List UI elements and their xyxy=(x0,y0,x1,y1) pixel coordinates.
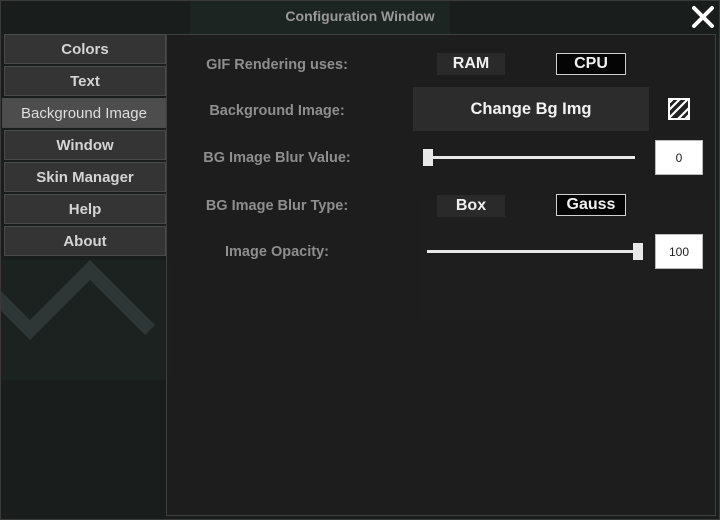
change-bg-image-button[interactable]: Change Bg Img xyxy=(413,87,649,131)
sidebar-item-colors[interactable]: Colors xyxy=(4,34,166,64)
window-title: Configuration Window xyxy=(285,8,435,24)
sidebar-item-about[interactable]: About xyxy=(4,226,166,256)
blur-value-slider-track[interactable] xyxy=(427,156,635,159)
gif-ram-button[interactable]: RAM xyxy=(437,53,505,75)
sidebar-item-help[interactable]: Help xyxy=(4,194,166,224)
opacity-slider-track[interactable] xyxy=(427,250,635,253)
blur-value-slider-thumb[interactable] xyxy=(423,149,433,166)
sidebar-item-text[interactable]: Text xyxy=(4,66,166,96)
gif-rendering-label: GIF Rendering uses: xyxy=(206,57,348,73)
image-opacity-label: Image Opacity: xyxy=(225,244,329,260)
pattern-icon[interactable] xyxy=(668,98,690,120)
blur-type-label: BG Image Blur Type: xyxy=(205,198,349,214)
sidebar-item-background-image[interactable]: Background Image xyxy=(2,98,166,128)
opacity-input[interactable]: 100 xyxy=(655,234,703,269)
sidebar: Colors Text Background Image Window Skin… xyxy=(2,34,166,258)
title-bar: Configuration Window xyxy=(0,0,720,34)
close-button[interactable] xyxy=(690,4,716,30)
sidebar-item-skin-manager[interactable]: Skin Manager xyxy=(4,162,166,192)
blur-value-label: BG Image Blur Value: xyxy=(203,150,351,166)
close-icon xyxy=(692,6,714,28)
background-image-label: Background Image: xyxy=(209,103,345,119)
gif-cpu-button[interactable]: CPU xyxy=(556,53,626,75)
opacity-slider-thumb[interactable] xyxy=(633,243,643,260)
blur-box-button[interactable]: Box xyxy=(437,195,505,217)
blur-value-input[interactable]: 0 xyxy=(655,140,703,175)
sidebar-item-window[interactable]: Window xyxy=(4,130,166,160)
blur-gauss-button[interactable]: Gauss xyxy=(556,194,626,216)
settings-panel: GIF Rendering uses: RAM CPU Background I… xyxy=(166,34,716,516)
